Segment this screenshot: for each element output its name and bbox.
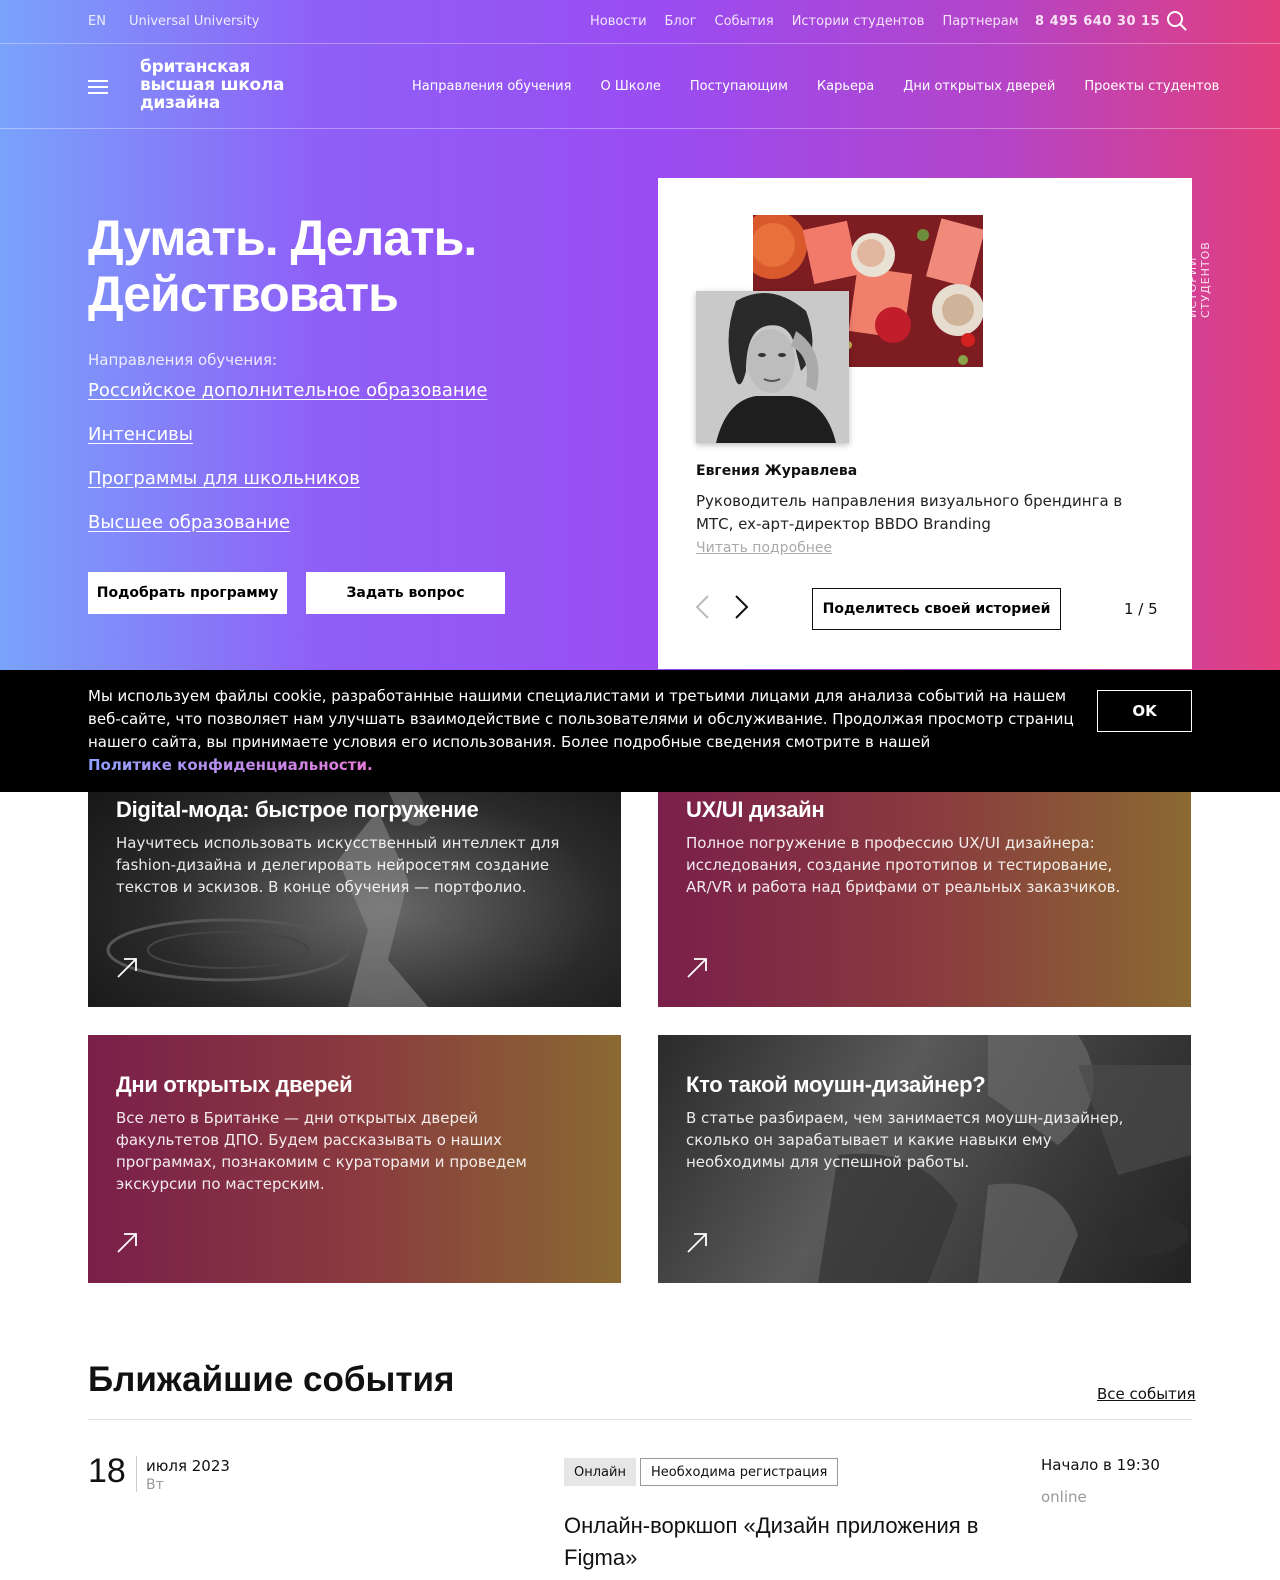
cookie-banner: Мы используем файлы cookie, разработанны…	[0, 670, 1280, 792]
story-read-more-link[interactable]: Читать подробнее	[696, 540, 832, 556]
promo-card-motion-designer[interactable]: Кто такой моушн-дизайнер? В статье разби…	[658, 1035, 1191, 1283]
phone-link[interactable]: 8 495 640 30 15	[1035, 14, 1160, 29]
event-month-year: июля 2023	[146, 1457, 230, 1475]
ask-question-button[interactable]: Задать вопрос	[306, 572, 505, 614]
pick-program-button[interactable]: Подобрать программу	[88, 572, 287, 614]
top-link-partners[interactable]: Партнерам	[942, 14, 1018, 29]
direction-link-intensives[interactable]: Интенсивы	[88, 424, 487, 468]
divider	[88, 1419, 1192, 1420]
card-title: Кто такой моушн-дизайнер?	[686, 1072, 986, 1097]
top-link-stories[interactable]: Истории студентов	[792, 14, 925, 29]
card-description: Научитесь использовать искусственный инт…	[116, 834, 560, 896]
main-nav: британская высшая школа дизайна Направле…	[0, 44, 1280, 129]
cookie-message: Мы используем файлы cookie, разработанны…	[88, 687, 1074, 751]
cookie-text: Мы используем файлы cookie, разработанны…	[88, 685, 1078, 777]
logo-line-2: высшая школа	[140, 75, 285, 95]
promo-card-open-days[interactable]: Дни открытых дверей Все лето в Британке …	[88, 1035, 621, 1283]
event-weekday: Вт	[146, 1477, 164, 1493]
card-title: Дни открытых дверей	[116, 1072, 353, 1097]
cookie-ok-button[interactable]: OK	[1097, 690, 1192, 732]
card-description: В статье разбираем, чем занимается моушн…	[686, 1109, 1124, 1171]
top-link-news[interactable]: Новости	[590, 14, 647, 29]
story-section-label: ИСТОРИИ СТУДЕНТОВ	[1186, 241, 1212, 318]
university-link[interactable]: Universal University	[129, 14, 259, 29]
story-person-description: Руководитель направления визуального бре…	[696, 492, 1123, 533]
top-link-blog[interactable]: Блог	[665, 14, 697, 29]
menu-icon[interactable]	[88, 80, 108, 94]
event-place: online	[1041, 1488, 1087, 1506]
card-title: Digital-мода: быстрое погружение	[116, 797, 479, 822]
event-start-time: Начало в 19:30	[1041, 1456, 1160, 1474]
card-description: Все лето в Британке — дни открытых двере…	[116, 1109, 527, 1193]
logo[interactable]: британская высшая школа дизайна	[140, 58, 284, 112]
arrow-up-right-icon	[117, 1233, 137, 1253]
hero-title-line-2: Действовать	[88, 266, 399, 322]
nav-link-projects[interactable]: Проекты студентов	[1084, 79, 1219, 94]
directions-label: Направления обучения:	[88, 351, 278, 369]
language-switch[interactable]: EN	[88, 14, 106, 29]
student-story-card: Евгения Журавлева Руководитель направлен…	[658, 178, 1192, 669]
promo-card-digital-fashion[interactable]: Digital-мода: быстрое погружение Научите…	[88, 760, 621, 1007]
logo-line-1: британская	[140, 57, 251, 77]
event-day: 18	[88, 1452, 126, 1490]
direction-link-higher-education[interactable]: Высшее образование	[88, 512, 487, 556]
arrow-up-right-icon	[117, 958, 137, 978]
direction-link-schoolchildren[interactable]: Программы для школьников	[88, 468, 487, 512]
arrow-up-right-icon	[687, 958, 707, 978]
arrow-up-right-icon	[687, 1233, 707, 1253]
events-section-title: Ближайшие события	[88, 1360, 455, 1399]
story-counter: 1 / 5	[1124, 600, 1158, 618]
event-title-link[interactable]: Онлайн-воркшоп «Дизайн приложения в Figm…	[564, 1510, 1014, 1574]
story-portrait-image	[696, 291, 849, 443]
divider	[136, 1456, 137, 1492]
chevron-left-icon[interactable]	[692, 594, 716, 620]
promo-card-ux-ui[interactable]: UX/UI дизайн Полное погружение в професс…	[658, 760, 1191, 1007]
top-link-events[interactable]: События	[715, 14, 774, 29]
search-icon[interactable]	[1166, 10, 1188, 32]
story-person-name: Евгения Журавлева	[696, 463, 858, 479]
share-story-button[interactable]: Поделитесь своей историей	[812, 588, 1061, 630]
hero-title-line-1: Думать. Делать.	[88, 210, 477, 266]
all-events-link[interactable]: Все события	[1097, 1385, 1196, 1403]
privacy-policy-link[interactable]: Политике конфиденциальности.	[88, 756, 373, 774]
card-description: Полное погружение в профессию UX/UI диза…	[686, 834, 1121, 896]
top-bar: EN Universal University Новости Блог Соб…	[0, 0, 1280, 44]
nav-link-open-days[interactable]: Дни открытых дверей	[903, 79, 1055, 94]
event-tag-online: Онлайн	[564, 1458, 636, 1486]
event-tag-registration: Необходима регистрация	[640, 1458, 839, 1486]
nav-link-about[interactable]: О Школе	[600, 79, 660, 94]
direction-link-russian-additional[interactable]: Российское дополнительное образование	[88, 380, 487, 424]
nav-link-directions[interactable]: Направления обучения	[412, 79, 571, 94]
logo-line-3: дизайна	[140, 93, 221, 113]
nav-link-career[interactable]: Карьера	[817, 79, 874, 94]
chevron-right-icon[interactable]	[728, 594, 752, 620]
card-title: UX/UI дизайн	[686, 797, 825, 822]
top-links: Новости Блог События Истории студентов П…	[590, 14, 1019, 29]
nav-links: Направления обучения О Школе Поступающим…	[412, 79, 1219, 94]
hero-title: Думать. Делать. Действовать	[88, 210, 608, 322]
directions-list: Российское дополнительное образование Ин…	[88, 380, 487, 556]
nav-link-applicants[interactable]: Поступающим	[690, 79, 788, 94]
